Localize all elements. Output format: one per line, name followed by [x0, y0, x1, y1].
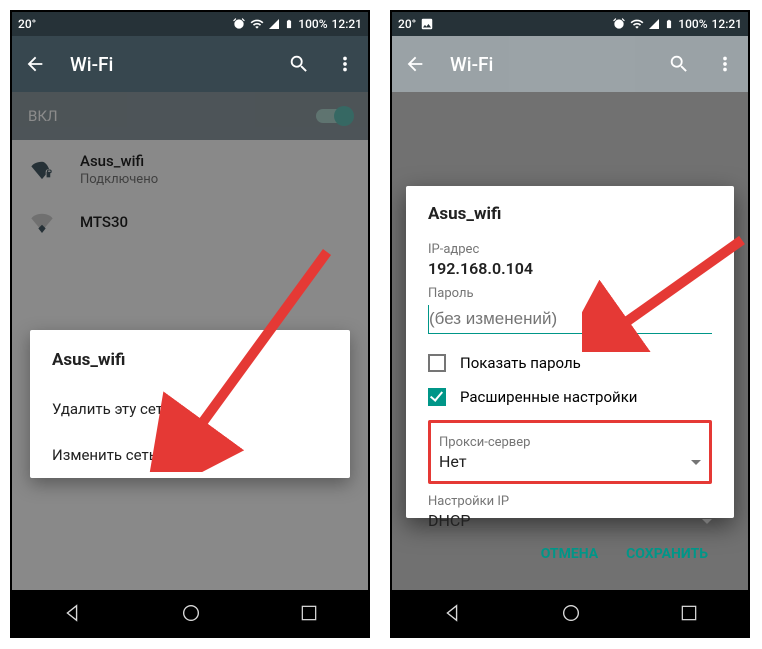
- ctx-modify-network[interactable]: Изменить сеть: [30, 432, 350, 478]
- nav-home-icon[interactable]: [180, 602, 202, 624]
- alarm-icon: [232, 17, 246, 31]
- page-title: Wi-Fi: [70, 53, 264, 76]
- ipcfg-label: Настройки IP: [428, 494, 509, 509]
- nav-recent-icon[interactable]: [679, 603, 699, 623]
- back-icon[interactable]: [404, 53, 426, 75]
- context-menu: Asus_wifi Удалить эту сеть Изменить сеть: [30, 330, 350, 478]
- status-bar: 20° 100% 12:21: [392, 12, 748, 36]
- show-password-label: Показать пароль: [460, 354, 581, 372]
- pw-label: Пароль: [428, 286, 712, 301]
- image-icon: [420, 17, 434, 31]
- app-bar: Wi-Fi: [12, 36, 368, 92]
- nav-bar: [12, 590, 368, 636]
- phone-left: 20° 100% 12:21 Wi-Fi ВКЛ Asus_wifi Подкл…: [10, 10, 370, 638]
- alarm-icon: [612, 17, 626, 31]
- content-area: Asus_wifi IP-адрес 192.168.0.104 Пароль …: [392, 92, 748, 590]
- ip-value: 192.168.0.104: [428, 259, 712, 278]
- nav-bar: [392, 590, 748, 636]
- advanced-row[interactable]: Расширенные настройки: [428, 388, 712, 406]
- app-bar: Wi-Fi: [392, 36, 748, 92]
- show-password-row[interactable]: Показать пароль: [428, 354, 712, 372]
- ipcfg-dropdown[interactable]: Настройки IP DHCP: [428, 494, 712, 534]
- proxy-value: Нет: [439, 452, 530, 471]
- battery-icon: [664, 17, 674, 31]
- cancel-button[interactable]: ОТМЕНА: [541, 546, 598, 562]
- back-icon[interactable]: [24, 53, 46, 75]
- proxy-dropdown[interactable]: Прокси-сервер Нет: [439, 435, 701, 475]
- status-bar: 20° 100% 12:21: [12, 12, 368, 36]
- clock: 12:21: [332, 17, 362, 31]
- checkbox-checked-icon[interactable]: [428, 388, 446, 406]
- battery-pct: 100%: [678, 17, 707, 31]
- battery-icon: [284, 17, 294, 31]
- ip-label: IP-адрес: [428, 242, 712, 257]
- nav-home-icon[interactable]: [560, 602, 582, 624]
- nav-back-icon[interactable]: [441, 602, 463, 624]
- nav-recent-icon[interactable]: [299, 603, 319, 623]
- overflow-icon[interactable]: [714, 53, 736, 75]
- checkbox-icon[interactable]: [428, 354, 446, 372]
- ctx-title: Asus_wifi: [30, 338, 350, 386]
- cell-signal-icon: [268, 18, 280, 30]
- overflow-icon[interactable]: [334, 53, 356, 75]
- search-icon[interactable]: [288, 53, 310, 75]
- dialog-title: Asus_wifi: [428, 204, 712, 224]
- battery-pct: 100%: [298, 17, 327, 31]
- advanced-label: Расширенные настройки: [460, 388, 637, 406]
- ipcfg-value: DHCP: [428, 511, 509, 530]
- chevron-down-icon: [691, 460, 701, 465]
- temperature: 20°: [18, 17, 36, 31]
- page-title: Wi-Fi: [450, 53, 644, 76]
- ctx-delete-network[interactable]: Удалить эту сеть: [30, 386, 350, 432]
- annotation-highlight: Прокси-сервер Нет: [428, 420, 712, 484]
- chevron-down-icon: [702, 519, 712, 524]
- cell-signal-icon: [648, 18, 660, 30]
- phone-right: 20° 100% 12:21 Wi-Fi Asus_wifi IP-адрес …: [390, 10, 750, 638]
- nav-back-icon[interactable]: [61, 602, 83, 624]
- temperature: 20°: [398, 17, 416, 31]
- save-button[interactable]: СОХРАНИТЬ: [626, 546, 708, 562]
- wifi-signal-icon: [250, 17, 264, 31]
- network-dialog: Asus_wifi IP-адрес 192.168.0.104 Пароль …: [406, 186, 734, 518]
- proxy-label: Прокси-сервер: [439, 435, 530, 450]
- content-area: ВКЛ Asus_wifi Подключено MTS30 Asus_wifi…: [12, 92, 368, 590]
- password-field[interactable]: [428, 305, 712, 334]
- search-icon[interactable]: [668, 53, 690, 75]
- wifi-signal-icon: [630, 17, 644, 31]
- clock: 12:21: [712, 17, 742, 31]
